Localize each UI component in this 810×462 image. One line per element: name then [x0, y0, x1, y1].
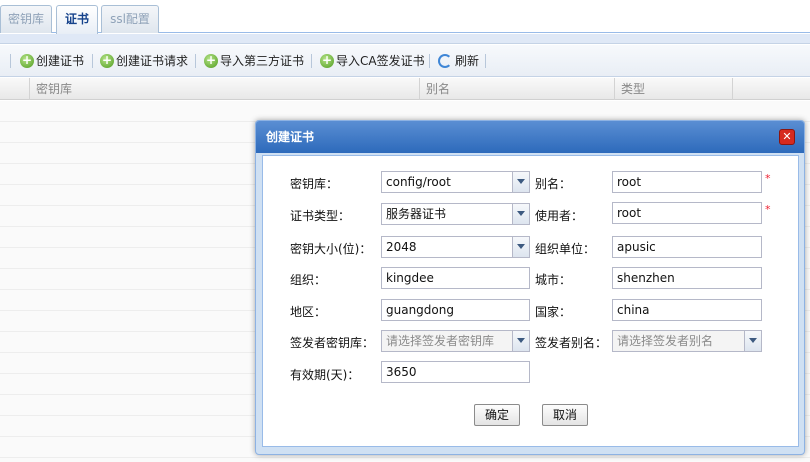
city-input[interactable]: shenzhen — [612, 267, 762, 289]
dialog-title: 创建证书 — [266, 130, 315, 144]
issuer-alias-label: 签发者别名： — [535, 336, 608, 350]
country-input[interactable]: china — [612, 299, 762, 321]
issuer-alias-placeholder: 请选择签发者别名 — [617, 334, 714, 348]
keystore-value: config/root — [386, 175, 451, 189]
chevron-down-icon[interactable] — [512, 204, 529, 224]
tab-certificate[interactable]: 证书 — [56, 5, 98, 34]
import-ca-signed-label: 导入CA签发证书 — [336, 54, 425, 68]
add-icon: + — [204, 53, 218, 68]
alias-input[interactable]: root — [612, 171, 762, 193]
tab-ssl-config[interactable]: ssl配置 — [101, 5, 159, 33]
create-cert-request-label: 创建证书请求 — [116, 54, 189, 68]
validity-input[interactable]: 3650 — [381, 361, 530, 383]
column-header-keystore[interactable]: 密钥库 — [30, 78, 420, 100]
toolbar-separator — [485, 54, 486, 68]
key-size-value: 2048 — [386, 240, 417, 254]
user-input[interactable]: root — [612, 202, 762, 224]
column-header-alias[interactable]: 别名 — [420, 78, 615, 100]
cert-type-label: 证书类型： — [290, 209, 351, 223]
toolbar-separator — [195, 54, 196, 68]
org-unit-label: 组织单位： — [535, 242, 596, 256]
create-cert-dialog: 创建证书 ✕ 密钥库： config/root 别名： root * 证书类型：… — [255, 120, 805, 455]
required-marker: * — [765, 203, 771, 216]
close-icon[interactable]: ✕ — [779, 129, 795, 145]
create-cert-button[interactable]: + 创建证书 — [20, 51, 84, 71]
chevron-down-icon[interactable] — [512, 237, 529, 257]
issuer-keystore-label: 签发者密钥库： — [290, 336, 375, 350]
org-unit-input[interactable]: apusic — [612, 236, 762, 258]
import-ca-signed-button[interactable]: + 导入CA签发证书 — [320, 51, 425, 71]
tab-keystore[interactable]: 密钥库 — [0, 5, 52, 33]
toolbar-separator — [92, 54, 93, 68]
toolbar-separator — [10, 54, 11, 68]
cert-type-value: 服务器证书 — [386, 207, 447, 221]
import-third-party-button[interactable]: + 导入第三方证书 — [204, 51, 304, 71]
country-label: 国家： — [535, 305, 572, 319]
key-size-select[interactable]: 2048 — [381, 236, 530, 258]
issuer-keystore-placeholder: 请选择签发者密钥库 — [386, 334, 495, 348]
region-input[interactable]: guangdong — [381, 299, 530, 321]
city-label: 城市： — [535, 273, 572, 287]
cancel-button[interactable]: 取消 — [542, 404, 588, 426]
validity-label: 有效期(天)： — [290, 368, 360, 382]
refresh-icon — [438, 54, 452, 68]
toolbar-separator — [311, 54, 312, 68]
region-label: 地区： — [290, 305, 327, 319]
ok-button[interactable]: 确定 — [474, 404, 520, 426]
add-icon: + — [20, 53, 34, 68]
chevron-down-icon[interactable] — [744, 331, 761, 351]
issuer-alias-select[interactable]: 请选择签发者别名 — [612, 330, 762, 352]
tab-bar: 密钥库 证书 ssl配置 — [0, 0, 810, 34]
create-cert-request-button[interactable]: + 创建证书请求 — [100, 51, 188, 71]
toolbar-separator — [429, 54, 430, 68]
org-label: 组织： — [290, 273, 327, 287]
dialog-body: 密钥库： config/root 别名： root * 证书类型： 服务器证书 … — [262, 155, 799, 447]
cert-type-select[interactable]: 服务器证书 — [381, 203, 530, 225]
chevron-down-icon[interactable] — [512, 172, 529, 192]
import-third-party-label: 导入第三方证书 — [220, 54, 305, 68]
key-size-label: 密钥大小(位)： — [290, 242, 372, 256]
dialog-title-bar[interactable]: 创建证书 ✕ — [256, 121, 804, 153]
toolbar-top-strip — [0, 34, 810, 44]
refresh-button[interactable]: 刷新 — [438, 51, 479, 71]
required-marker: * — [765, 172, 771, 185]
toolbar: + 创建证书 + 创建证书请求 + 导入第三方证书 + 导入CA签发证书 刷新 — [0, 45, 810, 77]
refresh-label: 刷新 — [455, 54, 480, 68]
add-icon: + — [100, 53, 114, 68]
issuer-keystore-select[interactable]: 请选择签发者密钥库 — [381, 330, 530, 352]
grid-rownum-header — [0, 78, 30, 100]
column-header-type[interactable]: 类型 — [615, 78, 733, 100]
keystore-label: 密钥库： — [290, 177, 339, 191]
add-icon: + — [320, 53, 334, 68]
table-row — [0, 101, 810, 122]
chevron-down-icon[interactable] — [512, 331, 529, 351]
user-label: 使用者： — [535, 209, 584, 223]
keystore-select[interactable]: config/root — [381, 171, 530, 193]
alias-label: 别名： — [535, 177, 572, 191]
grid-header: 密钥库 别名 类型 — [0, 78, 810, 100]
create-cert-label: 创建证书 — [36, 54, 85, 68]
org-input[interactable]: kingdee — [381, 267, 530, 289]
